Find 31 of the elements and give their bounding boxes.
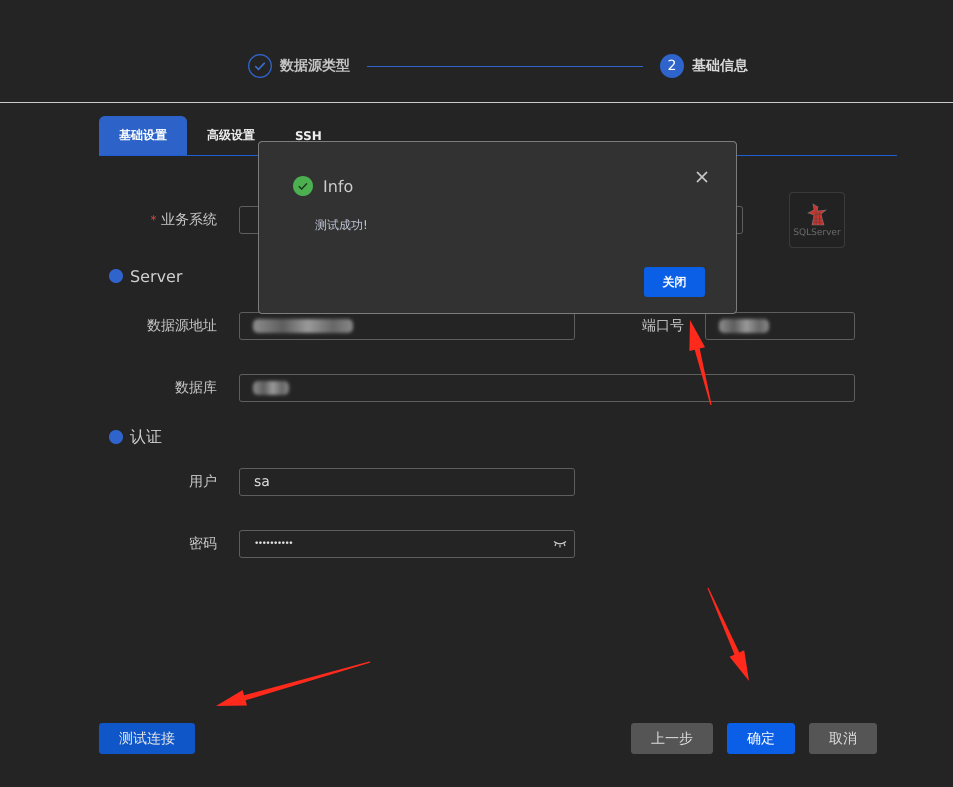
step-number: 2 xyxy=(660,54,684,78)
section-title: Server xyxy=(130,266,182,286)
tab[interactable]: 基础设置 xyxy=(99,116,187,155)
input-field[interactable] xyxy=(239,374,855,402)
section-dot-icon xyxy=(109,430,123,444)
step-label: 基础信息 xyxy=(692,57,748,76)
tab[interactable]: SSH xyxy=(275,116,342,155)
eye-closed-icon[interactable] xyxy=(553,540,567,548)
step-label: 数据源类型 xyxy=(280,57,350,76)
close-button[interactable]: 关闭 xyxy=(644,267,705,297)
success-check-icon xyxy=(293,176,313,196)
field-label: 数据库 xyxy=(174,379,217,397)
action-button[interactable]: 测试连接 xyxy=(99,723,195,754)
logo-text: SQLServer xyxy=(793,228,841,238)
field-label: 用户 xyxy=(188,473,217,491)
field-label: * 业务系统 xyxy=(150,211,217,229)
section-title: 认证 xyxy=(130,426,162,448)
close-icon[interactable] xyxy=(696,171,708,183)
action-button[interactable]: 取消 xyxy=(809,723,877,754)
action-button[interactable]: 确定 xyxy=(727,723,795,754)
tab[interactable]: 高级设置 xyxy=(187,116,275,155)
action-button[interactable]: 上一步 xyxy=(631,723,713,754)
dialog-message: 测试成功! xyxy=(315,218,368,232)
field-label: 数据源地址 xyxy=(146,317,217,335)
password-field[interactable]: •••••••••• xyxy=(239,530,575,558)
field-label: 密码 xyxy=(188,535,217,553)
field-label: 端口号 xyxy=(642,317,684,335)
step-check-icon xyxy=(248,54,272,78)
dialog-title: Info xyxy=(323,176,354,196)
section-dot-icon xyxy=(109,269,123,283)
input-field[interactable]: sa xyxy=(239,468,575,496)
